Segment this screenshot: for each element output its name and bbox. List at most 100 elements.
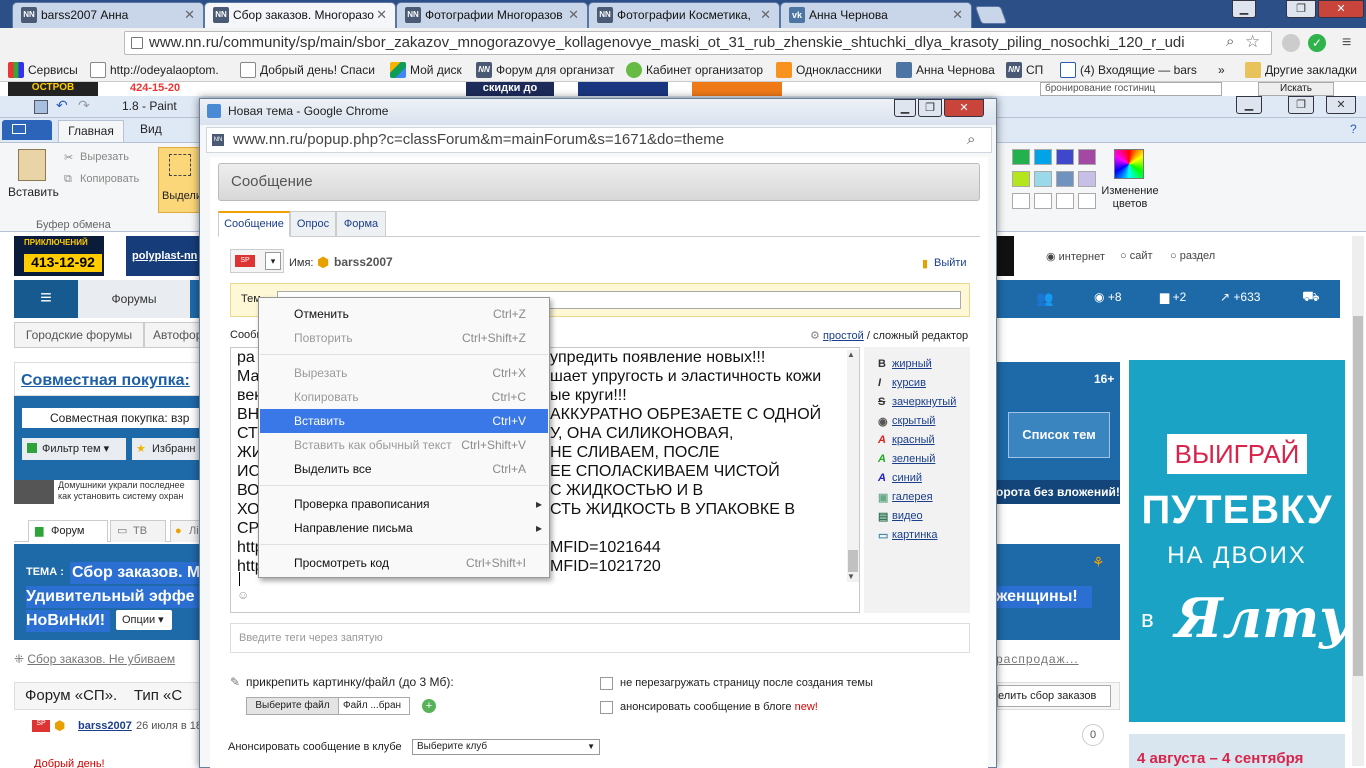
color-purple[interactable] [1078,149,1096,165]
search-radio-internet[interactable]: ◉ интернет [1046,250,1105,263]
bookmark-sp[interactable]: NN СП [1006,62,1043,78]
tab-anna-chernova[interactable]: vk Анна Чернова ✕ [780,2,972,28]
close-window-button[interactable]: ✕ [1318,0,1364,18]
paint-file-button[interactable] [2,120,52,140]
rating-stat-right[interactable]: ↗ +633 [1220,290,1260,304]
gift-icon[interactable]: ⚘ [1092,554,1105,571]
bookmark-drive[interactable]: Мой диск [390,62,462,78]
menu-item-paste[interactable]: Вставить Ctrl+V [260,409,548,433]
smiley-icon[interactable]: ☺ [237,588,249,602]
menu-item-select-all[interactable]: Выделить все Ctrl+A [260,457,548,481]
bookmark-cabinet[interactable]: Кабинет организатор [626,62,763,78]
menu-item-text-direction[interactable]: Направление письма ▸ [260,516,548,540]
format-video[interactable]: ▤ видео [878,510,923,523]
cut-button[interactable]: ✂ Вырезать [64,151,129,164]
topic-list-button[interactable]: Список тем [1008,412,1110,458]
nav-forums[interactable]: Форумы [78,280,190,318]
comments-stat-right[interactable]: ▆ +2 [1160,290,1186,304]
paint-tab-home[interactable]: Главная [58,120,124,142]
menu-item-copy[interactable]: Копировать Ctrl+C [260,385,548,409]
paste-icon[interactable] [18,149,46,181]
nav-city-forums[interactable]: Городские форумы [14,322,144,348]
reply-count[interactable]: 0 [1082,724,1104,746]
format-gallery[interactable]: ▣ галерея [878,491,933,504]
page-scrollbar[interactable] [1352,236,1364,766]
bookmarks-overflow[interactable]: » [1200,62,1225,78]
undo-icon[interactable]: ↶ [56,97,68,114]
cart-icon[interactable]: ⛟ [1302,288,1320,307]
format-hidden[interactable]: ◉ скрытый [878,415,935,428]
scrollbar-thumb[interactable] [848,550,858,572]
chevron-down-icon[interactable]: ▾ [265,252,281,270]
color-empty[interactable] [1012,193,1030,209]
format-italic[interactable]: Iкурсив [878,377,926,389]
menu-item-redo[interactable]: Повторить Ctrl+Shift+Z [260,326,548,350]
banner-skidki[interactable]: скидки до [466,82,554,96]
color-green[interactable] [1012,149,1030,165]
scroll-down-icon[interactable]: ▼ [847,572,855,581]
maximize-button[interactable]: ❐ [1286,0,1316,18]
finish-order-button[interactable]: елить сбор заказов [997,685,1111,707]
bookmark-odeyala[interactable]: http://odeyalaoptom. [90,62,219,78]
paint-tab-view[interactable]: Вид [140,122,162,136]
joint-purchase-title[interactable]: Совместная покупка: [14,362,204,396]
paint-close-button[interactable]: ✕ [1326,96,1356,114]
users-icon[interactable]: 👥 [1036,290,1053,307]
bookmark-other[interactable]: Другие закладки [1245,62,1357,78]
format-strike[interactable]: Sзачеркнутый [878,396,956,408]
search-icon[interactable]: ⌕ [967,128,975,152]
banner-phone[interactable]: 424-15-20 [130,82,220,96]
close-icon[interactable]: ✕ [760,3,771,27]
bookmark-inbox[interactable]: (4) Входящие — bars [1060,62,1197,78]
complex-editor-link[interactable]: / сложный редактор [867,330,968,342]
announce-blog-option[interactable]: анонсировать сообщение в блоге new! [600,701,818,714]
nav-autoforums[interactable]: Автофор [144,322,204,348]
theme-title[interactable]: Сбор заказов. М [70,562,204,584]
textarea-scrollbar[interactable]: ▲ ▼ [847,350,859,582]
close-icon[interactable]: ✕ [376,3,387,27]
banner-orange[interactable] [692,82,782,96]
color-light-turquoise[interactable] [1034,171,1052,187]
format-green[interactable]: Aзеленый [878,453,935,465]
bookmark-dobryi-den[interactable]: Добрый день! Спаси [240,62,375,78]
prev-topic-link[interactable]: ⁜ Сбор заказов. Не убиваем [14,652,204,672]
edit-colors-button[interactable]: Изменение цветов [1098,185,1162,211]
favorites-button[interactable]: ★ Избранн [132,438,204,460]
hamburger-icon[interactable]: ≡ [14,280,78,318]
format-blue[interactable]: Aсиний [878,472,922,484]
paste-button[interactable]: Вставить [8,185,59,199]
format-image[interactable]: ▭ картинка [878,529,937,542]
ad-yalta[interactable]: ВЫИГРАЙ ПУТЕВКУ НА ДВОИХ в Ялту [1129,360,1345,722]
tags-input[interactable]: Введите теги через запятую [230,623,970,653]
tab-sbor-zakazov[interactable]: NN Сбор заказов. Многоразо ✕ [204,2,396,28]
tab-message[interactable]: Сообщение [218,211,290,237]
tab-photos-cosmetics[interactable]: NN Фотографии Косметика, ✕ [588,2,780,28]
paint-minimize-button[interactable]: ▁ [1236,96,1262,114]
next-topic-link[interactable]: распродаж... [996,652,1120,672]
add-file-icon[interactable]: + [422,699,436,713]
color-empty[interactable] [1056,193,1074,209]
post-author[interactable]: barss2007 [78,720,132,732]
ad-dark[interactable] [996,236,1014,276]
check-icon[interactable]: ✓ [1308,34,1326,52]
tab-barss2007[interactable]: NN barss2007 Анна ✕ [12,2,204,28]
paint-maximize-button[interactable]: ❐ [1288,96,1314,114]
close-icon[interactable]: ✕ [952,3,963,27]
color-turquoise[interactable] [1034,149,1052,165]
address-bar[interactable]: www.nn.ru/community/sp/main/sbor_zakazov… [124,31,1272,55]
choose-file-button[interactable]: Выберите файл [247,698,339,714]
scroll-up-icon[interactable]: ▲ [847,350,855,359]
no-reload-checkbox[interactable] [600,677,613,690]
ad-adventures[interactable]: ПРИКЛЮЧЕНИЙ 413-12-92 [14,236,104,276]
search-radio-section[interactable]: ○ раздел [1170,250,1215,262]
tab-form[interactable]: Форма [336,211,386,237]
popup-close-button[interactable]: ✕ [944,99,984,117]
redo-icon[interactable]: ↷ [78,97,90,114]
color-empty[interactable] [1034,193,1052,209]
star-icon[interactable]: ☆ [1245,32,1260,52]
tab-poll[interactable]: Опрос [290,211,336,237]
announce-blog-checkbox[interactable] [600,701,613,714]
help-icon[interactable]: ? [1350,122,1357,136]
menu-icon[interactable]: ≡ [1342,34,1351,52]
save-icon[interactable] [34,100,48,114]
